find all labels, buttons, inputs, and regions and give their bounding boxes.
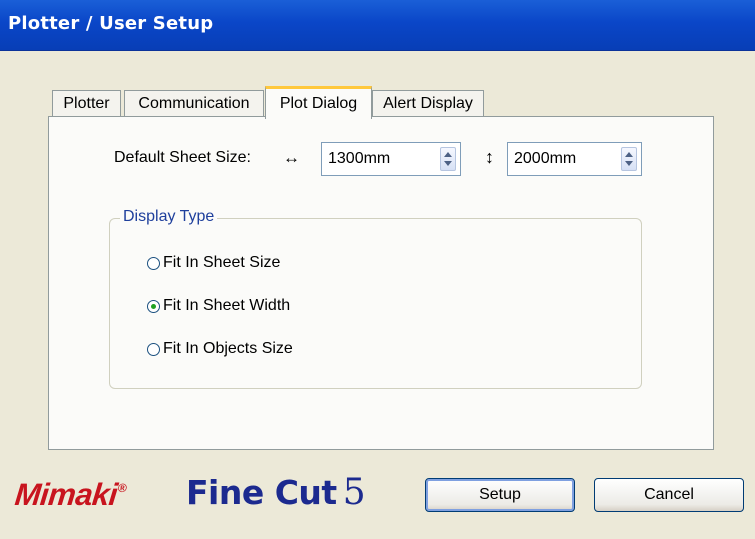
height-arrow-icon: ↕ — [485, 147, 494, 167]
radio-label: Fit In Sheet Width — [163, 297, 291, 314]
sheet-width-spin-buttons[interactable] — [440, 147, 456, 171]
radio-label: Fit In Sheet Size — [163, 254, 281, 271]
finecut-logo: Fine Cut 5 — [186, 472, 366, 513]
display-type-legend: Display Type — [120, 208, 218, 226]
spin-down-icon[interactable] — [444, 161, 452, 166]
display-type-group: Display Type Fit In Sheet Size Fit In Sh… — [109, 208, 642, 389]
registered-mark: ® — [117, 481, 127, 495]
spin-up-icon[interactable] — [625, 152, 633, 157]
window-title: Plotter / User Setup — [8, 13, 214, 34]
tab-plot-dialog[interactable]: Plot Dialog — [265, 86, 372, 119]
radio-label: Fit In Objects Size — [163, 340, 293, 357]
tab-communication[interactable]: Communication — [124, 90, 264, 117]
radio-fit-in-sheet-width[interactable]: Fit In Sheet Width — [147, 297, 290, 315]
setup-button[interactable]: Setup — [425, 478, 575, 512]
title-bar[interactable]: Plotter / User Setup — [0, 0, 755, 51]
mimaki-logo: Mimaki® — [13, 477, 127, 513]
sheet-width-value[interactable]: 1300mm — [328, 150, 390, 168]
radio-button-icon[interactable] — [147, 342, 160, 356]
sheet-height-spinner[interactable]: 2000mm — [507, 142, 642, 176]
product-version: 5 — [342, 472, 366, 513]
brand-name: Mimaki — [13, 477, 120, 512]
radio-fit-in-sheet-size[interactable]: Fit In Sheet Size — [147, 254, 280, 272]
plot-dialog-panel: Default Sheet Size: ↔ 1300mm ↕ 2000mm Di… — [48, 116, 714, 450]
cancel-button[interactable]: Cancel — [594, 478, 744, 512]
spin-down-icon[interactable] — [625, 161, 633, 166]
tab-plotter[interactable]: Plotter — [52, 90, 121, 117]
width-arrow-icon: ↔ — [283, 148, 300, 167]
default-sheet-size-label: Default Sheet Size: — [114, 149, 251, 166]
radio-fit-in-objects-size[interactable]: Fit In Objects Size — [147, 340, 293, 358]
product-name: Fine Cut — [186, 473, 337, 512]
spin-up-icon[interactable] — [444, 152, 452, 157]
radio-button-icon[interactable] — [147, 256, 160, 270]
setup-button-label: Setup — [479, 486, 521, 503]
radio-button-checked-icon[interactable] — [147, 299, 160, 313]
cancel-button-label: Cancel — [644, 486, 694, 503]
tab-label: Plotter — [63, 95, 110, 112]
tab-label: Alert Display — [383, 95, 473, 112]
tab-label: Communication — [138, 95, 250, 112]
sheet-height-spin-buttons[interactable] — [621, 147, 637, 171]
plotter-user-setup-dialog: Plotter / User Setup Plotter Communicati… — [0, 0, 755, 539]
tab-alert-display[interactable]: Alert Display — [372, 90, 484, 117]
sheet-height-value[interactable]: 2000mm — [514, 150, 576, 168]
sheet-width-spinner[interactable]: 1300mm — [321, 142, 461, 176]
tab-label: Plot Dialog — [279, 95, 358, 112]
